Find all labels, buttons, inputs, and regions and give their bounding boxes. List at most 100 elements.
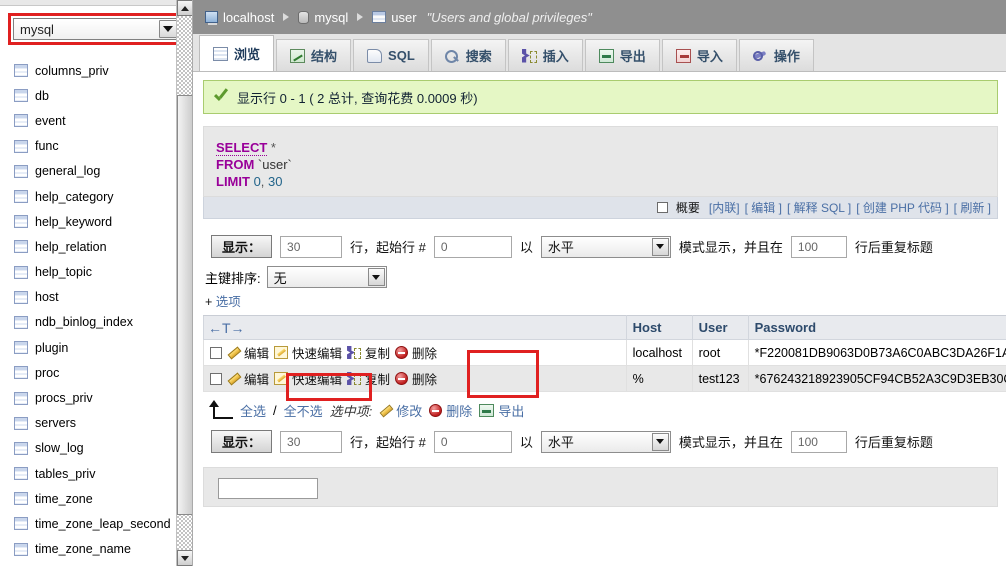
list-item[interactable]: columns_priv (6, 58, 178, 83)
tab-label: 导出 (620, 46, 646, 65)
tab-export[interactable]: 导出 (585, 39, 660, 71)
chevron-down-icon[interactable] (652, 238, 669, 256)
row-checkbox[interactable] (210, 373, 222, 385)
list-item[interactable]: help_topic (6, 260, 178, 285)
list-item[interactable]: procs_priv (6, 385, 178, 410)
breadcrumb-database[interactable]: mysql (298, 10, 348, 25)
copy-label[interactable]: 复制 (365, 343, 390, 362)
delete-label[interactable]: 删除 (412, 369, 437, 388)
list-item[interactable]: plugin (6, 335, 178, 360)
display-mode-select[interactable]: 水平 (541, 236, 671, 258)
tab-insert[interactable]: 插入 (508, 39, 583, 71)
edit-action[interactable]: 编辑 (227, 369, 269, 388)
list-item[interactable]: event (6, 108, 178, 133)
inline-edit-label[interactable]: 快速编辑 (292, 343, 342, 362)
list-item[interactable]: db (6, 83, 178, 108)
table-list[interactable]: columns_priv db event func general_log h… (0, 58, 178, 566)
start-row-input[interactable]: 0 (434, 431, 512, 453)
list-item[interactable]: func (6, 134, 178, 159)
column-header-user[interactable]: User (692, 316, 748, 340)
list-item[interactable]: help_category (6, 184, 178, 209)
profiling-checkbox[interactable] (657, 202, 668, 213)
list-item[interactable]: tables_priv (6, 461, 178, 486)
row-checkbox[interactable] (210, 347, 222, 359)
display-mode-select[interactable]: 水平 (541, 431, 671, 453)
inline-edit-action[interactable]: 快速编辑 (274, 343, 342, 362)
bulk-export-action[interactable]: 导出 (479, 401, 524, 420)
breadcrumb-table[interactable]: user (372, 10, 416, 25)
bottom-panel-input[interactable] (218, 478, 318, 499)
rows-input[interactable]: 30 (280, 236, 342, 258)
scrollbar-thumb[interactable] (177, 95, 193, 515)
delete-action[interactable]: 删除 (395, 343, 437, 362)
inline-edit-action[interactable]: 快速编辑 (274, 369, 342, 388)
select-none-link[interactable]: 全不选 (284, 401, 323, 420)
chevron-down-icon[interactable] (652, 433, 669, 451)
list-item[interactable]: time_zone_name (6, 537, 178, 562)
sql-select-columns: * (271, 140, 276, 155)
edit-action[interactable]: 编辑 (227, 343, 269, 362)
cell-host[interactable]: % (626, 366, 692, 392)
bulk-change-label[interactable]: 修改 (396, 401, 422, 420)
tab-operations[interactable]: 操作 (739, 39, 814, 71)
edit-label[interactable]: 编辑 (244, 343, 269, 362)
scroll-up-button[interactable] (177, 0, 193, 16)
options-toggle-label[interactable]: 选项 (216, 295, 241, 309)
sort-select[interactable]: 无 (267, 266, 387, 288)
list-item[interactable]: help_relation (6, 234, 178, 259)
sidebar-scrollbar[interactable] (176, 0, 192, 566)
list-item[interactable]: time_zone (6, 486, 178, 511)
list-item[interactable]: general_log (6, 159, 178, 184)
bulk-delete-action[interactable]: 删除 (429, 401, 472, 420)
link-edit[interactable]: [ 编辑 ] (745, 199, 782, 216)
bulk-delete-label[interactable]: 删除 (446, 401, 472, 420)
list-item[interactable]: proc (6, 360, 178, 385)
link-create-php-code[interactable]: [ 创建 PHP 代码 ] (856, 199, 948, 216)
list-item[interactable]: slow_log (6, 436, 178, 461)
copy-action[interactable]: 复制 (347, 343, 390, 362)
cell-host[interactable]: localhost (626, 340, 692, 366)
inline-edit-label[interactable]: 快速编辑 (292, 369, 342, 388)
tab-import[interactable]: 导入 (662, 39, 737, 71)
start-row-input[interactable]: 0 (434, 236, 512, 258)
scroll-down-button[interactable] (177, 550, 193, 566)
link-inline[interactable]: [内联] (709, 199, 740, 216)
repeat-headers-input[interactable]: 100 (791, 236, 847, 258)
tab-sql[interactable]: SQL (353, 39, 429, 71)
copy-action[interactable]: 复制 (347, 369, 390, 388)
list-item[interactable]: ndb_binlog_index (6, 310, 178, 335)
select-all-link[interactable]: 全选 (240, 401, 266, 420)
list-item[interactable]: time_zone_transition (6, 562, 178, 566)
column-header-password[interactable]: Password (748, 316, 1006, 340)
list-item[interactable]: time_zone_leap_second (6, 511, 178, 536)
copy-label[interactable]: 复制 (365, 369, 390, 388)
options-toggle[interactable]: + 选项 (193, 291, 1006, 310)
link-explain-sql[interactable]: [ 解释 SQL ] (787, 199, 851, 216)
show-button[interactable]: 显示： (211, 235, 272, 258)
link-refresh[interactable]: [ 刷新 ] (954, 199, 991, 216)
list-item[interactable]: host (6, 285, 178, 310)
delete-action[interactable]: 删除 (395, 369, 437, 388)
bulk-change-action[interactable]: 修改 (379, 401, 422, 420)
delete-label[interactable]: 删除 (412, 343, 437, 362)
column-header-host[interactable]: Host (626, 316, 692, 340)
row-nav-header[interactable]: ←T→ (204, 316, 627, 340)
bulk-export-label[interactable]: 导出 (498, 401, 524, 420)
breadcrumb-server[interactable]: localhost (205, 10, 274, 25)
cell-user[interactable]: test123 (692, 366, 748, 392)
database-select[interactable]: mysql (13, 18, 179, 40)
cell-password[interactable]: *F220081DB9063D0B73A6C0ABC3DA26F1A3676C2… (748, 340, 1006, 366)
tab-browse[interactable]: 浏览 (199, 35, 274, 71)
tab-structure[interactable]: 结构 (276, 39, 351, 71)
repeat-headers-input[interactable]: 100 (791, 431, 847, 453)
list-item[interactable]: help_keyword (6, 209, 178, 234)
chevron-down-icon[interactable] (368, 268, 385, 286)
cell-password[interactable]: *676243218923905CF94CB52A3C9D3EB30CE8E20… (748, 366, 1006, 392)
chevron-down-icon[interactable] (159, 20, 177, 38)
rows-input[interactable]: 30 (280, 431, 342, 453)
tab-search[interactable]: 搜索 (431, 39, 506, 71)
list-item[interactable]: servers (6, 411, 178, 436)
cell-user[interactable]: root (692, 340, 748, 366)
show-button[interactable]: 显示： (211, 430, 272, 453)
edit-label[interactable]: 编辑 (244, 369, 269, 388)
